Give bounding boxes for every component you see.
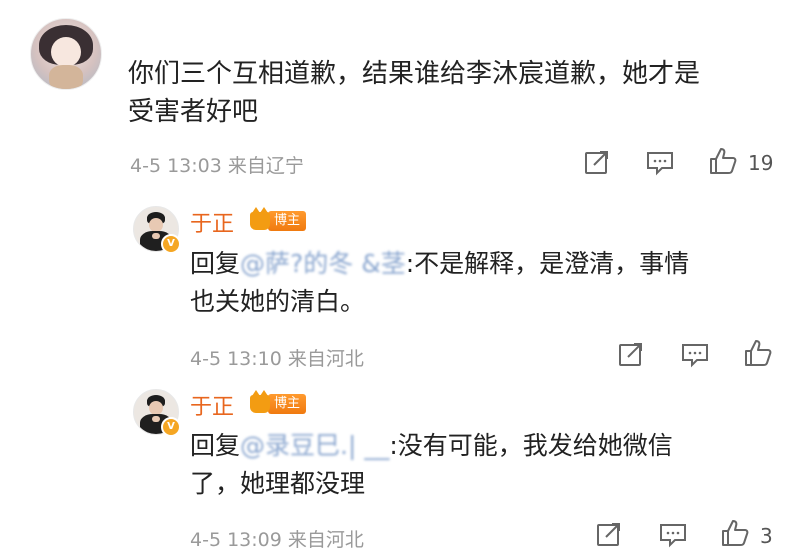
blogger-badge: 博主 [250,390,307,415]
comment-text-line2: 受害者好吧 [128,97,259,127]
share-icon[interactable] [583,148,611,176]
comment-text-line1: 你们三个互相道歉，结果谁给李沐宸道歉，她才是 [128,59,701,89]
commenter-avatar[interactable] [30,18,102,90]
reply-text-line1: :不是解释，是澄清，事情 [405,249,690,278]
reply-body: 回复@萨?的冬 &茎:不是解释，是澄清，事情 也关她的清白。 [190,245,790,321]
blogger-badge-label: 博主 [268,394,307,414]
reply-author[interactable]: 于正 [190,389,234,421]
reply-meta: 4-5 13:09 来自河北 [190,529,364,551]
reply-prefix: 回复 [190,249,241,278]
crown-icon [250,390,270,413]
blogger-badge-label: 博主 [268,211,307,231]
reply-text-line2: 也关她的清白。 [190,287,366,316]
reply-text-line2: 了，她理都没理 [190,469,366,498]
reply-text-line1: :没有可能，我发给她微信 [389,431,673,460]
reply-meta: 4-5 13:10 来自河北 [190,348,364,370]
reply-author[interactable]: 于正 [190,206,234,238]
mention-link[interactable]: @录豆巳.| __ [240,427,389,465]
share-icon[interactable] [617,340,645,368]
like-icon[interactable] [720,518,750,548]
crown-icon [250,207,270,230]
comment-body: 你们三个互相道歉，结果谁给李沐宸道歉，她才是 受害者好吧 [128,55,788,131]
verified-badge: V [161,417,181,437]
comment-icon[interactable] [680,342,710,368]
blogger-badge: 博主 [250,207,307,232]
reply-body: 回复@录豆巳.| __:没有可能，我发给她微信 了，她理都没理 [190,427,790,503]
like-icon[interactable] [708,146,738,176]
like-icon[interactable] [743,338,773,368]
verified-badge: V [161,234,181,254]
reply-prefix: 回复 [190,431,241,460]
mention-link[interactable]: @萨?的冬 &茎 [240,245,406,283]
share-icon[interactable] [595,520,623,548]
comment-icon[interactable] [645,150,675,176]
like-count: 19 [748,151,774,175]
comment-icon[interactable] [658,522,688,548]
like-count: 3 [760,524,773,548]
comment-meta: 4-5 13:03 来自辽宁 [130,155,304,177]
